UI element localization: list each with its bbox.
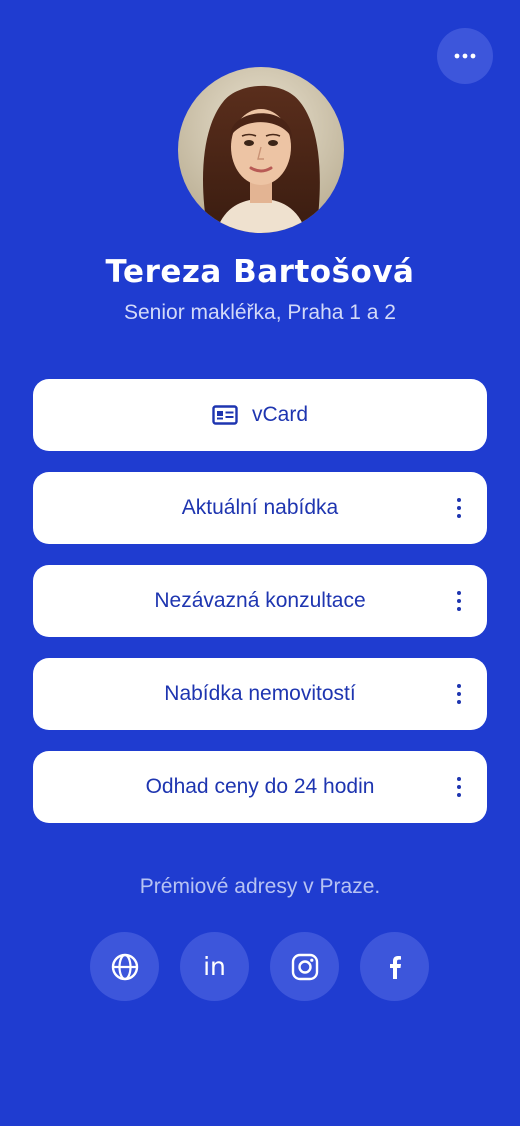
- link-label: Nabídka nemovitostí: [164, 682, 356, 705]
- profile-subtitle: Senior makléřka, Praha 1 a 2: [124, 301, 396, 324]
- vcard-button[interactable]: vCard: [33, 379, 487, 451]
- link-label: Aktuální nabídka: [181, 496, 339, 519]
- vcard-label: vCard: [251, 403, 309, 426]
- more-vertical-icon[interactable]: [453, 684, 465, 704]
- linkedin-icon: in: [203, 952, 226, 981]
- website-button[interactable]: [90, 932, 159, 1001]
- social-links: in: [90, 932, 429, 1001]
- link-label: Odhad ceny do 24 hodin: [145, 775, 375, 798]
- instagram-icon: [291, 953, 318, 980]
- link-list: vCard Aktuální nabídka Nezávazná konzult…: [33, 379, 487, 844]
- instagram-button[interactable]: [270, 932, 339, 1001]
- globe-icon: [111, 953, 138, 980]
- facebook-icon: [389, 955, 401, 979]
- more-vertical-icon[interactable]: [453, 777, 465, 797]
- more-options-button[interactable]: [437, 28, 493, 84]
- link-aktualni-nabidka[interactable]: Aktuální nabídka: [33, 472, 487, 544]
- facebook-button[interactable]: [360, 932, 429, 1001]
- tagline: Prémiové adresy v Praze.: [139, 875, 381, 898]
- id-card-icon: [212, 405, 238, 425]
- linkedin-button[interactable]: in: [180, 932, 249, 1001]
- link-label: Nezávazná konzultace: [154, 589, 366, 612]
- link-odhad-ceny[interactable]: Odhad ceny do 24 hodin: [33, 751, 487, 823]
- link-nezavazna-konzultace[interactable]: Nezávazná konzultace: [33, 565, 487, 637]
- more-vertical-icon[interactable]: [453, 498, 465, 518]
- more-vertical-icon[interactable]: [453, 591, 465, 611]
- more-horizontal-icon: [454, 53, 476, 59]
- profile-name: Tereza Bartošová: [105, 254, 415, 290]
- avatar: [178, 67, 344, 233]
- link-nabidka-nemovitosti[interactable]: Nabídka nemovitostí: [33, 658, 487, 730]
